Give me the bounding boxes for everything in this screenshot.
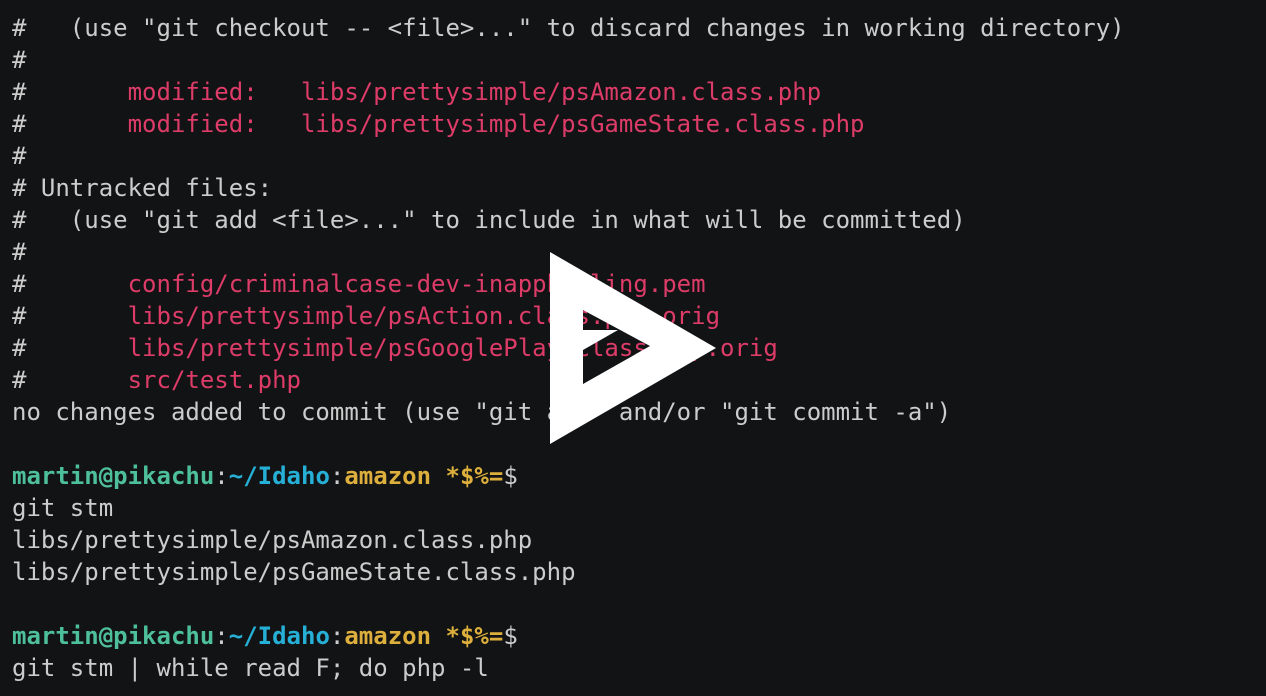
terminal-text: martin@pikachu <box>12 622 215 650</box>
terminal-text: # <box>12 110 128 138</box>
terminal-text: # (use "git add <file>..." to include in… <box>12 206 966 234</box>
terminal-text: # <box>12 334 128 362</box>
terminal-text: # (use "git checkout -- <file>..." to di… <box>12 14 1125 42</box>
asciinema-play-icon <box>550 252 716 444</box>
terminal-text: git stm <box>12 494 114 522</box>
terminal-text: git stm | while read F; do php -l <box>12 654 489 682</box>
terminal-text: libs/prettysimple/psAmazon.class.php <box>12 526 533 554</box>
terminal-line: # (use "git add <file>..." to include in… <box>12 204 1266 236</box>
terminal-text: : <box>214 462 229 490</box>
terminal-line: # modified: libs/prettysimple/psAmazon.c… <box>12 76 1266 108</box>
terminal-text: $ <box>503 462 518 490</box>
terminal-line: git stm <box>12 492 1266 524</box>
terminal-text: : <box>329 622 345 650</box>
terminal-text: $ <box>503 622 518 650</box>
terminal-text: modified: libs/prettysimple/psGameState.… <box>127 110 865 138</box>
terminal-text: ~/Idaho <box>228 622 330 650</box>
terminal-line: libs/prettysimple/psAmazon.class.php <box>12 524 1266 556</box>
terminal-line: # Untracked files: <box>12 172 1266 204</box>
terminal-text: : <box>329 462 345 490</box>
terminal-line: # <box>12 44 1266 76</box>
play-button[interactable] <box>548 250 718 446</box>
terminal-text: # Untracked files: <box>12 174 273 202</box>
terminal-text: amazon *$%= <box>344 622 504 650</box>
terminal-text: # <box>12 270 128 298</box>
terminal-text: martin@pikachu <box>12 462 215 490</box>
terminal-line: martin@pikachu:~/Idaho:amazon *$%=$ <box>12 460 1266 492</box>
terminal-line: # <box>12 140 1266 172</box>
terminal-text: : <box>214 622 229 650</box>
terminal-text: # <box>12 78 128 106</box>
terminal-line: # modified: libs/prettysimple/psGameStat… <box>12 108 1266 140</box>
terminal-text: ~/Idaho <box>228 462 330 490</box>
terminal-text: # <box>12 142 27 170</box>
terminal-text: src/test.php <box>127 366 301 394</box>
terminal-text: # <box>12 46 27 74</box>
terminal-text: # <box>12 238 27 266</box>
terminal-line: # (use "git checkout -- <file>..." to di… <box>12 12 1266 44</box>
terminal-line: libs/prettysimple/psGameState.class.php <box>12 556 1266 588</box>
terminal-line: git stm | while read F; do php -l <box>12 652 1266 684</box>
terminal-text: amazon *$%= <box>344 462 504 490</box>
terminal-text: no changes added to commit (use "git add… <box>12 398 952 426</box>
terminal-text: modified: libs/prettysimple/psAmazon.cla… <box>127 78 822 106</box>
terminal-line: martin@pikachu:~/Idaho:amazon *$%=$ <box>12 620 1266 652</box>
terminal-text: libs/prettysimple/psGameState.class.php <box>12 558 576 586</box>
terminal-text: # <box>12 366 128 394</box>
terminal-text: # <box>12 302 128 330</box>
